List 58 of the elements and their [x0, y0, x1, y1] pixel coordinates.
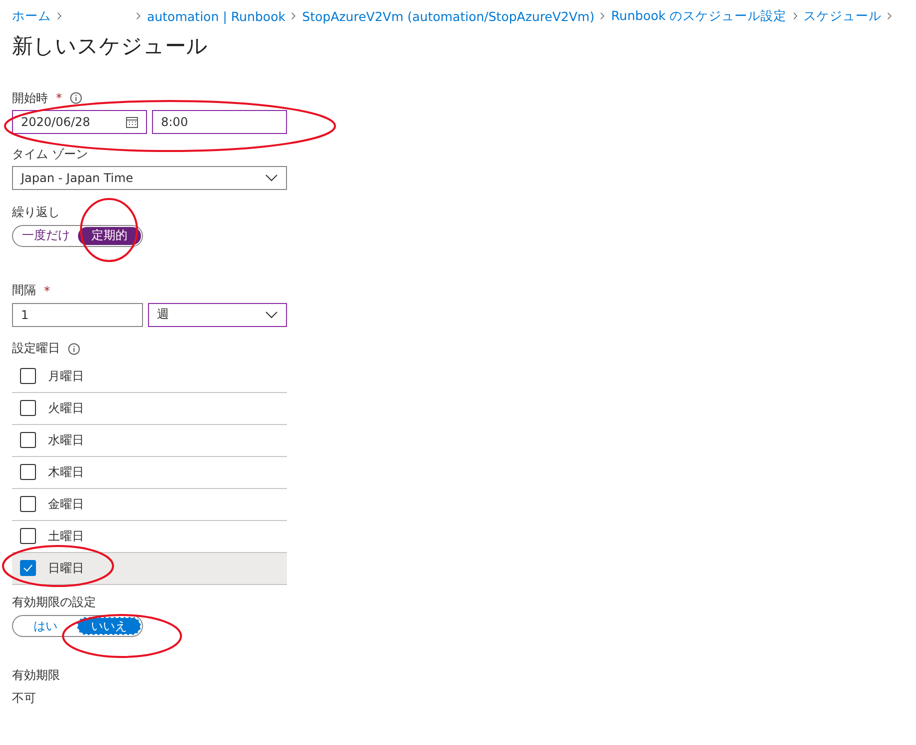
interval-input[interactable]: 1 [12, 302, 143, 326]
toggle-option[interactable]: 一度だけ [14, 226, 78, 244]
field-label: 有効期限の設定 [12, 594, 96, 611]
chevron-right-icon [136, 11, 141, 21]
checkbox[interactable] [20, 560, 36, 576]
field-label: 有効期限 [12, 666, 60, 684]
toggle-option[interactable]: はい [14, 617, 76, 635]
checkbox[interactable] [20, 528, 36, 544]
weekday-row[interactable]: 水曜日 [12, 424, 287, 456]
chevron-right-icon [57, 11, 62, 21]
weekday-label: 日曜日 [48, 560, 84, 576]
info-icon [70, 92, 82, 104]
expiry-value: 不可 [12, 691, 36, 705]
weekday-row[interactable]: 月曜日 [12, 360, 287, 392]
checkbox[interactable] [20, 496, 36, 512]
chevron-right-icon [887, 11, 892, 21]
field-label: 設定曜日 [12, 340, 60, 357]
weekday-label: 木曜日 [48, 464, 84, 480]
weekday-row[interactable]: 火曜日 [12, 392, 287, 424]
check-icon [23, 564, 33, 572]
weekday-row[interactable]: 金曜日 [12, 488, 287, 520]
annotation-ellipse [80, 198, 138, 262]
required-mark: * [44, 284, 50, 298]
weekday-label: 月曜日 [48, 368, 84, 384]
weekday-row[interactable]: 木曜日 [12, 456, 287, 488]
field-label: 間隔 [12, 282, 36, 299]
calendar-icon [126, 116, 138, 128]
checkbox[interactable] [20, 432, 36, 448]
weekday-label: 金曜日 [48, 496, 84, 512]
breadcrumb-link[interactable]: automation | Runbook [146, 8, 286, 24]
required-mark: * [56, 91, 62, 105]
checkbox[interactable] [20, 400, 36, 416]
field-label: 開始時 [12, 90, 48, 106]
breadcrumb-link[interactable]: Runbook のスケジュール設定 [611, 8, 787, 24]
unit-dropdown[interactable]: 週 [148, 302, 287, 326]
weekday-row[interactable]: 日曜日 [12, 552, 287, 584]
page-title: 新しいスケジュール [12, 33, 209, 60]
breadcrumb-link[interactable]: スケジュール [803, 8, 882, 24]
checkbox[interactable] [20, 464, 36, 480]
date-field[interactable]: 2020/06/28 [12, 110, 147, 134]
weekday-label: 火曜日 [48, 400, 84, 416]
chevron-down-icon [265, 310, 278, 318]
breadcrumb-link[interactable]: StopAzureV2Vm (automation/StopAzureV2Vm) [302, 8, 594, 24]
checkbox[interactable] [20, 368, 36, 384]
chevron-right-icon [600, 11, 606, 21]
chevron-down-icon [265, 174, 278, 182]
timezone-dropdown[interactable]: Japan - Japan Time [12, 166, 287, 190]
toggle-option[interactable]: 定期的 [78, 226, 141, 244]
chevron-right-icon [291, 11, 296, 21]
field-label: タイム ゾーン [12, 146, 88, 162]
field-label: 繰り返し [12, 204, 60, 220]
weekday-label: 土曜日 [48, 528, 84, 544]
chevron-right-icon [792, 11, 798, 21]
time-field[interactable]: 8:00 [152, 110, 287, 134]
toggle-option[interactable]: いいえ [76, 617, 141, 635]
weekday-label: 水曜日 [48, 432, 84, 448]
info-icon [68, 342, 80, 354]
breadcrumb-link[interactable]: ホーム [12, 8, 51, 24]
